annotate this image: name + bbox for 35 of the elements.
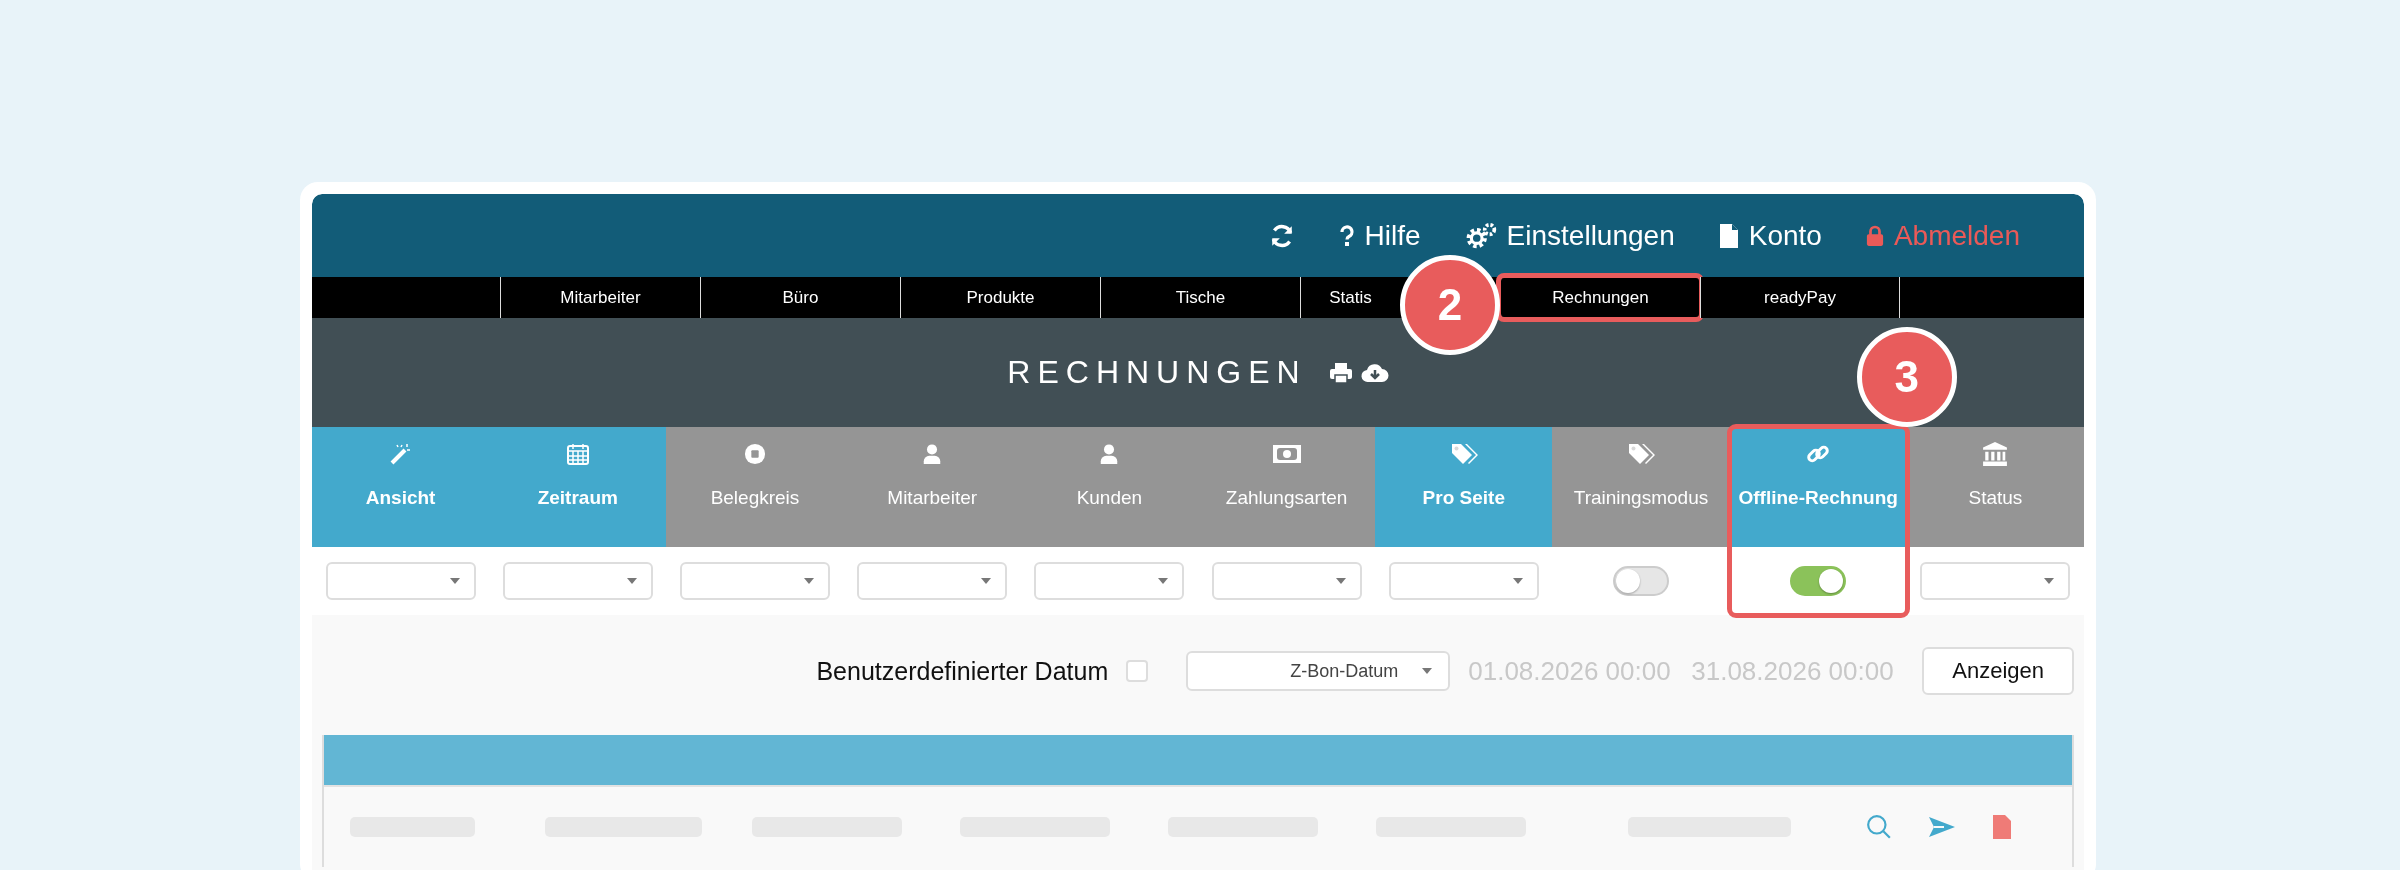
toggle-switch[interactable] — [1613, 566, 1669, 596]
dropdown[interactable] — [502, 562, 653, 600]
help-icon — [1338, 223, 1355, 248]
tags-icon — [1449, 442, 1478, 466]
account-link[interactable]: Konto — [1718, 219, 1822, 252]
file-icon[interactable] — [1992, 814, 2012, 840]
dropdown[interactable] — [325, 562, 476, 600]
checkbox[interactable] — [1126, 660, 1149, 682]
cloud-download-icon[interactable] — [1360, 361, 1389, 384]
print-icon[interactable] — [1328, 361, 1353, 384]
help-link[interactable]: Hilfe — [1338, 219, 1421, 252]
gears-icon — [1464, 221, 1497, 250]
search-icon[interactable] — [1866, 814, 1892, 840]
tags-icon — [1627, 442, 1655, 466]
dropdown[interactable] — [1211, 562, 1362, 600]
dropdown[interactable] — [1388, 562, 1539, 600]
dropdown[interactable] — [680, 562, 830, 600]
custom-date-label: Benutzerdefinierter Datum — [816, 656, 1109, 686]
calendar-icon — [565, 442, 590, 466]
nav-item[interactable]: readyPay — [1700, 277, 1900, 318]
stop-circle-icon — [744, 443, 766, 465]
magic-wand-icon — [388, 442, 413, 466]
lock-icon — [1865, 224, 1884, 247]
document-icon — [1718, 222, 1739, 249]
dropdown[interactable] — [1034, 562, 1185, 600]
date-type-dropdown[interactable]: Z-Bon-Datum — [1186, 651, 1451, 691]
bank-icon — [1982, 441, 2009, 467]
send-icon[interactable] — [1928, 816, 1956, 838]
dropdown[interactable] — [1920, 562, 2071, 600]
toggle-switch[interactable] — [1790, 566, 1847, 596]
settings-link[interactable]: Einstellungen — [1464, 219, 1675, 252]
page-title: RECHNUNGEN — [1007, 354, 1307, 391]
show-button[interactable]: Anzeigen — [1922, 647, 2074, 695]
banknote-icon — [1271, 444, 1302, 464]
dropdown[interactable] — [857, 562, 1008, 600]
